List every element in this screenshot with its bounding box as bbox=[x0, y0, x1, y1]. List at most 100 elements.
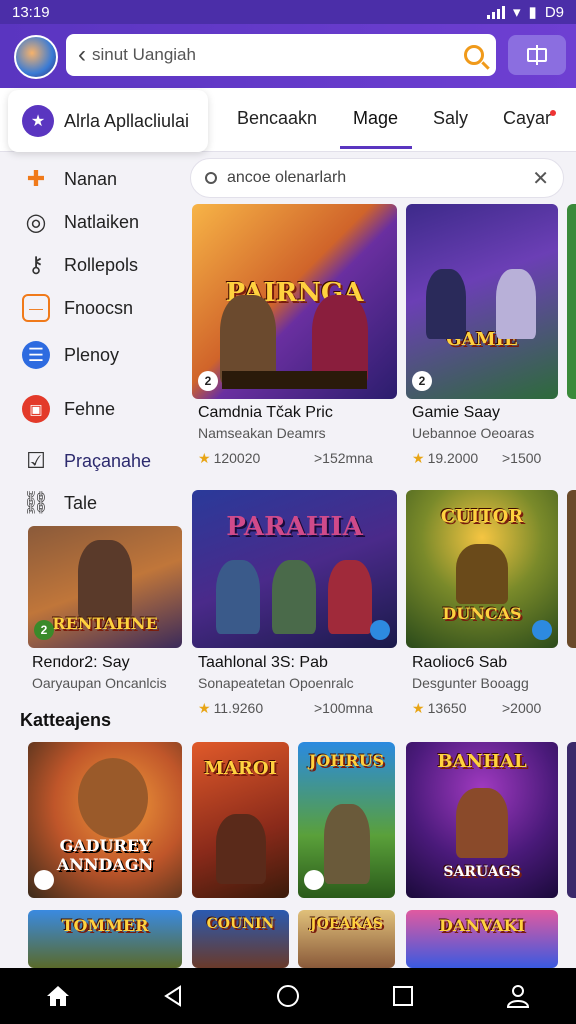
home-icon[interactable] bbox=[38, 976, 78, 1016]
game-name: Camdnia Tčak Pric bbox=[198, 404, 333, 421]
age-badge bbox=[34, 870, 54, 890]
game-thumbnail[interactable]: MAROI bbox=[192, 742, 289, 898]
filter-input[interactable]: ancoe olenarlarh bbox=[227, 169, 522, 187]
game-name: Raolioc6 Sab bbox=[412, 654, 508, 671]
search-bar[interactable]: ‹ sinut Uangiah bbox=[66, 34, 496, 76]
game-thumbnail[interactable]: JOHRUS bbox=[298, 742, 395, 898]
character-figure bbox=[78, 758, 148, 838]
game-developer: Desgunter Booagg bbox=[412, 675, 529, 691]
link-icon: ⛓ bbox=[22, 490, 50, 515]
sidebar-item-plenoy[interactable]: ☰ Plenoy bbox=[22, 341, 119, 369]
game-thumbnail[interactable]: JOEAKAS bbox=[298, 910, 395, 968]
sidebar-item-pracanahe[interactable]: ☑ Praçanahe bbox=[22, 447, 151, 475]
character-figure bbox=[328, 560, 372, 634]
game-rating: ★ 13650 bbox=[412, 700, 467, 716]
game-thumbnail[interactable]: PAIRNGA 2 bbox=[192, 204, 397, 399]
category-tabs: ★ Alrla Apllacliulai Bencaakn Mage Saly … bbox=[0, 88, 576, 152]
back-icon[interactable] bbox=[153, 976, 193, 1016]
sidebar-item-label: Fnoocsn bbox=[64, 297, 134, 318]
game-rating: ★ 120020 bbox=[198, 450, 261, 466]
tab-saly[interactable]: Saly bbox=[433, 108, 468, 129]
game-logo: JOHRUS bbox=[308, 751, 385, 771]
app-chip-label: Alrla Apllacliulai bbox=[64, 110, 190, 131]
sidebar-item-fehne[interactable]: ▣ Fehne bbox=[22, 395, 115, 423]
tab-bencaakn[interactable]: Bencaakn bbox=[237, 108, 317, 129]
filter-button[interactable] bbox=[508, 35, 566, 75]
game-downloads: >100mna bbox=[314, 700, 373, 716]
close-icon[interactable]: ✕ bbox=[532, 166, 549, 191]
system-navigation-bar bbox=[0, 968, 576, 1024]
avatar[interactable] bbox=[14, 35, 58, 79]
game-logo: PARAHIA bbox=[226, 512, 363, 543]
sidebar-item-rollepols[interactable]: ⚷ Rollepols bbox=[22, 251, 138, 279]
character-figure bbox=[496, 269, 536, 339]
character-figure bbox=[272, 560, 316, 634]
sidebar-item-natlaiken[interactable]: ◎ Natlaiken bbox=[22, 208, 140, 236]
tab-mage[interactable]: Mage bbox=[353, 108, 398, 129]
sidebar-item-label: Rollepols bbox=[64, 254, 139, 275]
game-thumbnail[interactable]: TOMMER bbox=[28, 910, 182, 968]
list-icon: ☰ bbox=[22, 341, 50, 369]
recents-icon[interactable] bbox=[383, 976, 423, 1016]
game-subtitle: SARUAGS bbox=[443, 863, 521, 880]
sidebar-item-nanan[interactable]: ✚ Nanan bbox=[22, 165, 117, 193]
filter-search[interactable]: ancoe olenarlarh ✕ bbox=[190, 158, 564, 198]
character-figure bbox=[324, 804, 370, 884]
filter-icon bbox=[527, 45, 547, 65]
sidebar-item-tale[interactable]: ⛓ Tale bbox=[22, 489, 97, 517]
game-thumbnail[interactable]: PARAHIA bbox=[192, 490, 397, 648]
active-tab-indicator bbox=[340, 146, 412, 149]
home-circle-icon[interactable] bbox=[268, 976, 308, 1016]
game-downloads: >1500 bbox=[502, 450, 542, 466]
game-logo: COUNIN bbox=[206, 915, 275, 932]
search-input[interactable]: sinut Uangiah bbox=[92, 45, 464, 65]
game-developer: Sonapeatetan Opoenralc bbox=[198, 675, 354, 691]
character-figure bbox=[456, 544, 508, 604]
rating-badge bbox=[532, 620, 552, 640]
game-logo: BANHAL bbox=[437, 751, 527, 773]
game-name: Reпdor2: Say bbox=[32, 654, 130, 671]
character-figure bbox=[216, 560, 260, 634]
status-time: 13:19 bbox=[12, 3, 50, 21]
game-logo: DANVAKI bbox=[439, 915, 525, 935]
game-downloads: >152mna bbox=[314, 450, 373, 466]
game-thumbnail[interactable]: RENTAHNE 2 bbox=[28, 526, 182, 648]
game-banner bbox=[222, 371, 367, 389]
star-icon: ★ bbox=[22, 105, 54, 137]
game-logo: MAROI bbox=[204, 757, 277, 779]
game-logo: TOMMER bbox=[61, 915, 149, 935]
game-logo: JOEAKAS bbox=[310, 915, 383, 932]
check-icon: ☑ bbox=[26, 448, 46, 473]
game-thumbnail-partial[interactable] bbox=[567, 742, 576, 898]
game-thumbnail[interactable]: GAMIE 2 bbox=[406, 204, 558, 399]
app-chip[interactable]: ★ Alrla Apllacliulai bbox=[8, 90, 208, 152]
tab-cayar[interactable]: Cayar bbox=[503, 108, 551, 129]
character-figure bbox=[216, 814, 266, 884]
search-icon[interactable] bbox=[464, 45, 484, 65]
game-thumbnail[interactable]: DANVAKI bbox=[406, 910, 558, 968]
back-arrow-icon[interactable]: ‹ bbox=[78, 41, 86, 69]
game-thumbnail[interactable]: GADUREY ANNDAGN bbox=[28, 742, 182, 898]
game-thumbnail[interactable]: CUITOR DUNCAS bbox=[406, 490, 558, 648]
game-thumbnail-partial[interactable] bbox=[567, 204, 576, 399]
image-icon: ▣ bbox=[22, 395, 50, 423]
star-icon: ★ bbox=[412, 700, 425, 716]
game-thumbnail-partial[interactable] bbox=[567, 490, 576, 648]
star-icon: ★ bbox=[198, 700, 211, 716]
age-badge bbox=[304, 870, 324, 890]
sidebar-item-label: Nanan bbox=[64, 168, 118, 189]
game-thumbnail[interactable]: COUNIN bbox=[192, 910, 289, 968]
game-name: Taahlonal 3S: Pab bbox=[198, 654, 328, 671]
profile-icon[interactable] bbox=[498, 976, 538, 1016]
sidebar-item-fnoocsn[interactable]: — Fnoocsn bbox=[22, 294, 133, 322]
status-bar: 13:19 ▾ ▮ D9 bbox=[0, 0, 576, 24]
game-logo: CUITOR bbox=[440, 505, 524, 527]
target-icon: ◎ bbox=[25, 208, 47, 236]
game-rating: ★ 19.2000 bbox=[412, 450, 479, 466]
rating-badge bbox=[370, 620, 390, 640]
game-downloads: >2000 bbox=[502, 700, 542, 716]
game-thumbnail[interactable]: BANHAL SARUAGS bbox=[406, 742, 558, 898]
sidebar-item-label: Fehne bbox=[64, 398, 116, 419]
age-badge: 2 bbox=[34, 620, 54, 640]
section-title: Katteajens bbox=[20, 710, 112, 730]
